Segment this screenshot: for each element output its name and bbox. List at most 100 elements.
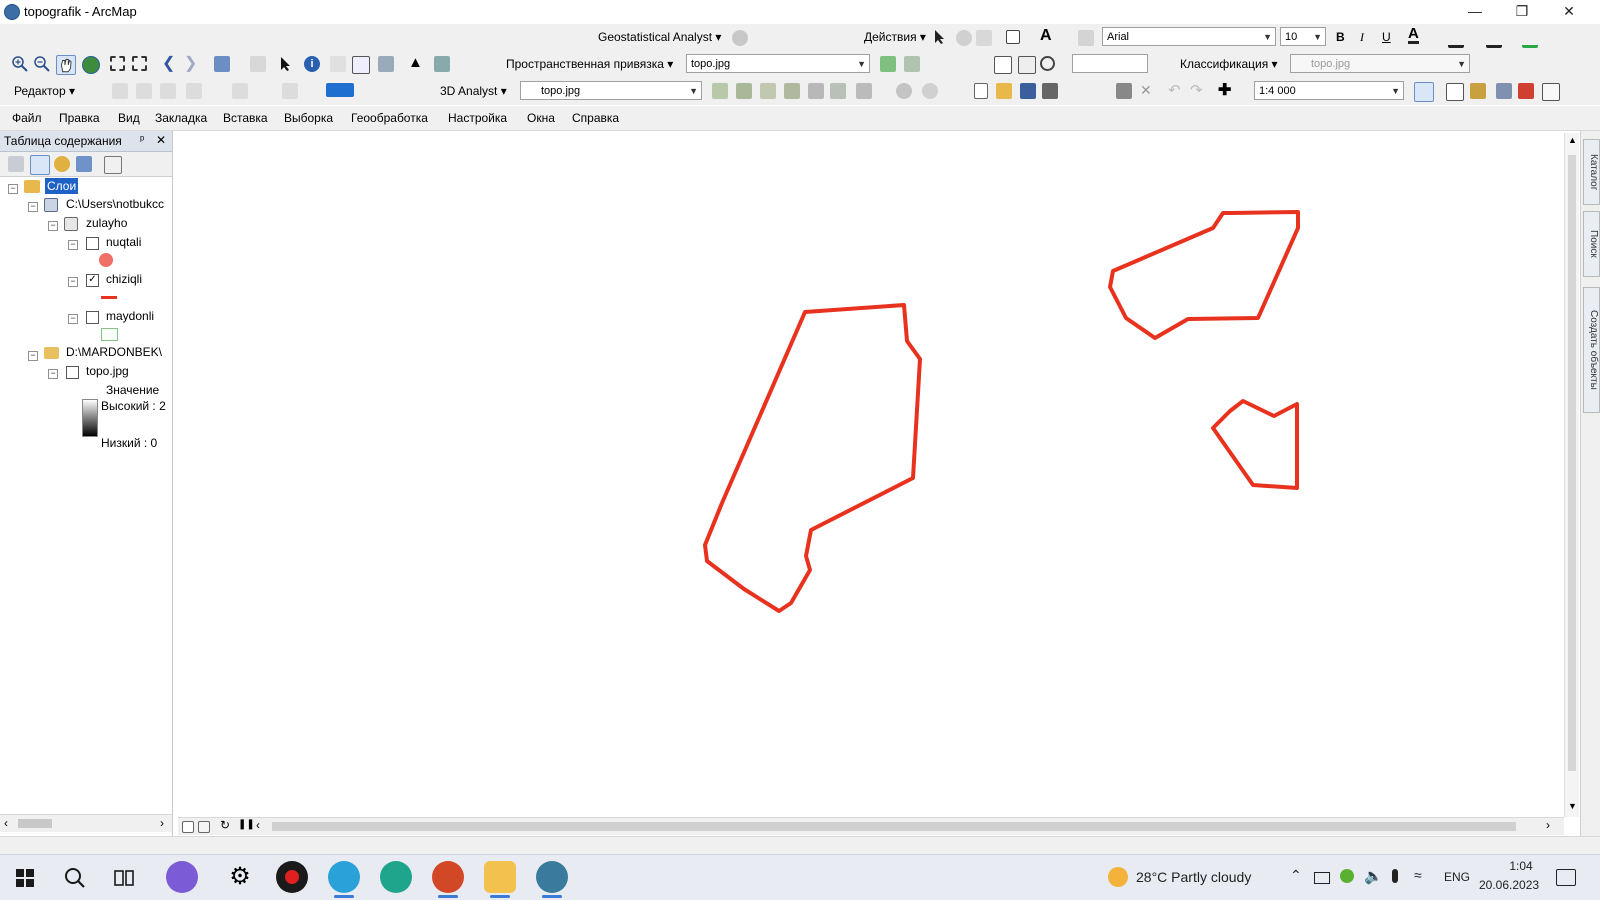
menu-selection[interactable]: Выборка: [284, 111, 333, 125]
profile-graph-icon[interactable]: [856, 83, 872, 99]
dock-tab-create-features[interactable]: Создать объекты: [1583, 287, 1600, 413]
select-elements-icon[interactable]: [278, 56, 294, 72]
find-route-icon[interactable]: [434, 56, 450, 72]
layout-view-icon[interactable]: [198, 821, 210, 833]
layer-nuqtali[interactable]: nuqtali: [106, 235, 141, 249]
restore-button[interactable]: ❐: [1499, 0, 1545, 24]
line-feature-2[interactable]: [1108, 210, 1300, 340]
toc-window-icon[interactable]: [1446, 83, 1464, 101]
map-view[interactable]: [178, 133, 1564, 817]
chiziqli-visibility-checkbox[interactable]: ✓: [86, 274, 99, 287]
file-explorer-icon[interactable]: [484, 861, 516, 898]
hscroll-right-icon[interactable]: ›: [1546, 818, 1550, 832]
rotate-tool-icon[interactable]: [282, 83, 298, 99]
toc-options-icon[interactable]: [104, 156, 122, 174]
fixed-zoom-out-icon[interactable]: [132, 56, 147, 71]
toc-scroll-left-icon[interactable]: ‹: [4, 816, 8, 830]
text-tool-icon[interactable]: A: [1040, 27, 1052, 45]
full-extent-icon[interactable]: [82, 56, 100, 74]
font-size-combo[interactable]: 10 ▼: [1280, 27, 1326, 46]
font-name-combo[interactable]: Arial ▼: [1102, 27, 1276, 46]
fill-color-icon[interactable]: [1448, 29, 1464, 48]
interpolate-line-icon[interactable]: [784, 83, 800, 99]
layer-maydonli[interactable]: maydonli: [106, 309, 154, 323]
interpolate-polygon-icon[interactable]: [830, 83, 846, 99]
battery-icon[interactable]: [1314, 872, 1330, 884]
actions-menu[interactable]: Действия ▾: [864, 30, 926, 44]
save-icon[interactable]: [1020, 83, 1036, 99]
editor-toolbar-icon[interactable]: [1414, 82, 1434, 102]
delete-icon[interactable]: ✕: [1140, 82, 1152, 99]
auto-adjust-icon[interactable]: [904, 56, 920, 72]
add-data-icon[interactable]: ✚: [1218, 80, 1231, 100]
rectangle-tool-icon[interactable]: [1006, 30, 1020, 44]
raster-gradient-ramp[interactable]: [82, 399, 98, 437]
html-popup-icon[interactable]: [352, 56, 370, 74]
menu-customize[interactable]: Настройка: [448, 111, 507, 125]
windows-start-icon[interactable]: [16, 869, 34, 887]
add-control-points-icon[interactable]: [880, 56, 896, 72]
classification-layer-combo[interactable]: topo.jpg ▼: [1290, 54, 1470, 73]
powerpoint-icon[interactable]: [432, 861, 464, 898]
contour-icon[interactable]: [712, 83, 728, 99]
source-folder-2[interactable]: D:\MARDONBEK\: [66, 345, 162, 359]
font-color-icon[interactable]: A: [1408, 26, 1419, 44]
view-link-table-icon[interactable]: [994, 56, 1012, 74]
table-icon[interactable]: [1018, 56, 1036, 74]
source-folder-1[interactable]: C:\Users\notbukcc: [66, 197, 164, 211]
nuqtali-visibility-checkbox[interactable]: [86, 237, 99, 250]
edge-browser-icon[interactable]: [380, 861, 412, 893]
telegram-icon[interactable]: [328, 861, 360, 898]
split-tool-icon[interactable]: [232, 83, 248, 99]
map-vertical-scrollbar[interactable]: ▲ ▼: [1564, 133, 1579, 817]
rotate-raster-icon[interactable]: [1040, 56, 1055, 71]
weather-partly-cloudy-icon[interactable]: [1108, 867, 1128, 887]
geostatistical-analyst-menu[interactable]: Geostatistical Analyst ▾: [598, 30, 721, 44]
nuqtali-collapse-toggle[interactable]: −: [68, 240, 78, 250]
input-language[interactable]: ENG: [1444, 870, 1470, 884]
menu-help[interactable]: Справка: [572, 111, 619, 125]
microphone-icon[interactable]: [1392, 869, 1398, 883]
menu-file[interactable]: Файл: [12, 111, 42, 125]
task-view-icon[interactable]: [113, 867, 135, 889]
steepest-path-icon[interactable]: [736, 83, 752, 99]
list-by-selection-icon[interactable]: [76, 156, 92, 172]
arcmap-taskbar-icon[interactable]: [536, 861, 568, 898]
straight-segment-icon[interactable]: [160, 83, 176, 99]
print-icon[interactable]: [1042, 83, 1058, 99]
nudge-icon[interactable]: [976, 30, 992, 46]
clock-time[interactable]: 1:04: [1496, 859, 1546, 873]
hyperlink-icon[interactable]: [330, 56, 346, 72]
edit-tool-icon[interactable]: [112, 83, 128, 99]
3d-analyst-menu[interactable]: 3D Analyst ▾: [440, 84, 507, 98]
map-horizontal-scrollbar[interactable]: ↻ ❚❚ ‹ ›: [178, 817, 1564, 835]
3d-analyst-layer-combo[interactable]: topo.jpg ▼: [520, 81, 702, 100]
list-by-source-icon[interactable]: [30, 155, 50, 175]
layers-root[interactable]: Слои: [45, 178, 79, 194]
pause-drawing-icon[interactable]: ❚❚: [238, 819, 255, 830]
line-symbol-icon[interactable]: [101, 296, 117, 299]
map-hscroll-thumb[interactable]: [272, 822, 1516, 831]
zoom-in-icon[interactable]: [12, 56, 28, 72]
data-view-icon[interactable]: [182, 821, 194, 833]
identify-icon[interactable]: i: [304, 56, 320, 72]
end-point-arc-icon[interactable]: [186, 83, 202, 99]
app-icon-purple[interactable]: [166, 861, 198, 893]
toc-scroll-right-icon[interactable]: ›: [160, 816, 164, 830]
bold-button[interactable]: B: [1336, 30, 1345, 44]
new-document-icon[interactable]: [974, 83, 988, 99]
arcglobe-icon[interactable]: [922, 83, 938, 99]
tray-chevron-up-icon[interactable]: ⌃: [1290, 867, 1302, 884]
minimize-button[interactable]: —: [1452, 0, 1498, 24]
toc-close-icon[interactable]: ✕: [156, 133, 166, 147]
list-by-visibility-icon[interactable]: [54, 156, 70, 172]
redo-icon[interactable]: ↷: [1190, 81, 1203, 99]
screen-recorder-icon[interactable]: [276, 861, 308, 893]
rotation-angle-input[interactable]: [1072, 54, 1148, 73]
scroll-up-icon[interactable]: ▲: [1568, 135, 1577, 145]
select-features-icon[interactable]: [214, 56, 230, 72]
layer-chiziqli[interactable]: chiziqli: [106, 272, 142, 286]
raster-collapse-toggle[interactable]: −: [48, 369, 58, 379]
wifi-icon[interactable]: ≈: [1414, 867, 1422, 883]
menu-view[interactable]: Вид: [118, 111, 140, 125]
